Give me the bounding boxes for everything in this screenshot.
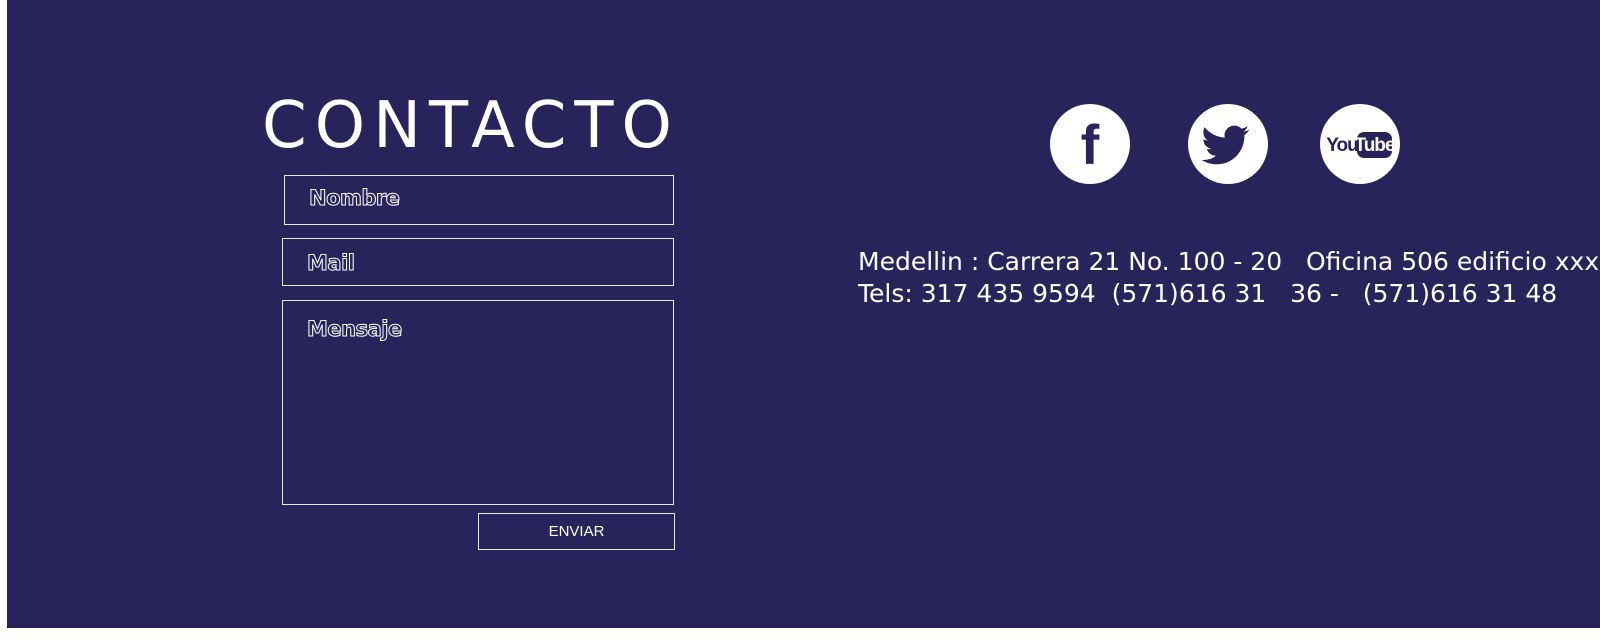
youtube-you-text: You (1326, 135, 1358, 156)
phones-text: Tels: 317 435 9594 (571)616 31 36 - (571… (858, 279, 1558, 308)
youtube-tube-text: Tube (1355, 135, 1395, 156)
mail-placeholder: Mail (306, 251, 355, 276)
name-placeholder: Nombre (309, 186, 401, 211)
message-placeholder: Mensaje (307, 317, 403, 342)
facebook-glyph: f (1081, 113, 1100, 176)
page-title: CONTACTO (262, 89, 680, 163)
youtube-icon[interactable]: You Tube (1320, 104, 1400, 184)
facebook-icon[interactable]: f (1050, 104, 1130, 184)
submit-button[interactable]: ENVIAR (478, 513, 675, 550)
twitter-icon[interactable] (1188, 104, 1268, 184)
contact-section (7, 0, 1600, 628)
address-text: Medellin : Carrera 21 No. 100 - 20 Ofici… (858, 247, 1600, 276)
message-field[interactable]: Mensaje (282, 300, 674, 505)
email-field[interactable]: Mail (282, 238, 674, 286)
name-field[interactable]: Nombre (284, 175, 674, 225)
